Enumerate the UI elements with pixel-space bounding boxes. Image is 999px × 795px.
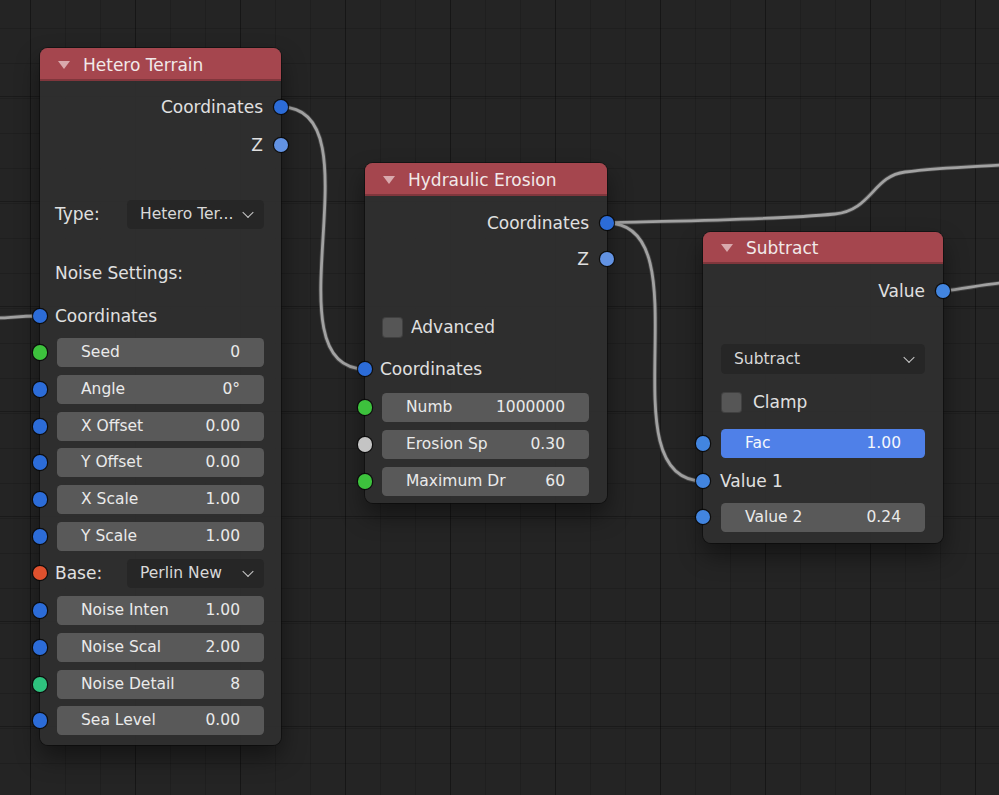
node-editor-canvas[interactable]: { "colors": { "background": "#242424", "… — [0, 0, 999, 795]
input-coordinates: Coordinates — [365, 354, 607, 384]
socket-input-sea-level[interactable] — [33, 713, 48, 728]
clamp-row: Clamp — [703, 387, 943, 417]
chevron-down-icon — [242, 207, 253, 218]
field-noise-scale[interactable]: Noise Scal 2.00 — [57, 633, 264, 662]
socket-input-erosion-sp[interactable] — [358, 437, 373, 452]
advanced-row: Advanced — [365, 312, 607, 342]
field-noise-intensity[interactable]: Noise Inten 1.00 — [57, 596, 264, 625]
node-header[interactable]: Hetero Terrain — [40, 48, 281, 81]
socket-input-numb[interactable] — [358, 400, 373, 415]
field-seed[interactable]: Seed 0 — [57, 338, 264, 367]
socket-input-y-offset[interactable] — [33, 455, 48, 470]
collapse-triangle-icon[interactable] — [721, 244, 733, 252]
field-erosion-sp[interactable]: Erosion Sp 0.30 — [382, 430, 589, 459]
type-label: Type: — [55, 204, 100, 224]
chevron-down-icon — [242, 566, 253, 577]
collapse-triangle-icon[interactable] — [58, 61, 70, 69]
output-z: Z — [40, 130, 281, 160]
field-sea-level[interactable]: Sea Level 0.00 — [57, 706, 264, 735]
socket-output-z[interactable] — [600, 252, 615, 267]
socket-output-z[interactable] — [274, 138, 289, 153]
input-coordinates: Coordinates — [40, 301, 281, 331]
field-maximum-dr[interactable]: Maximum Dr 60 — [382, 467, 589, 496]
collapse-triangle-icon[interactable] — [383, 176, 395, 184]
socket-input-y-scale[interactable] — [33, 529, 48, 544]
socket-input-seed[interactable] — [33, 345, 48, 360]
socket-input-maximum-dr[interactable] — [358, 474, 373, 489]
wire-hydraulic-to-subtract — [607, 223, 703, 481]
socket-output-coordinates[interactable] — [600, 216, 615, 231]
input-value1: Value 1 — [703, 466, 943, 496]
socket-input-fac[interactable] — [696, 436, 711, 451]
node-hetero-terrain[interactable]: Hetero Terrain Coordinates Z Type: Heter… — [40, 48, 281, 745]
operation-dropdown[interactable]: Subtract — [721, 344, 925, 374]
chevron-down-icon — [903, 352, 914, 363]
noise-settings-label-row: Noise Settings: — [40, 258, 281, 288]
field-x-offset[interactable]: X Offset 0.00 — [57, 412, 264, 441]
field-y-scale[interactable]: Y Scale 1.00 — [57, 522, 264, 551]
base-dropdown[interactable]: Perlin New — [127, 559, 264, 588]
socket-input-angle[interactable] — [33, 382, 48, 397]
node-hydraulic-erosion[interactable]: Hydraulic Erosion Coordinates Z Advanced… — [365, 163, 607, 503]
node-title: Hydraulic Erosion — [408, 170, 557, 190]
node-subtract[interactable]: Subtract Value Subtract Clamp Fac 1.00 V… — [703, 232, 943, 543]
node-header[interactable]: Hydraulic Erosion — [365, 163, 607, 196]
node-title: Subtract — [746, 238, 818, 258]
base-label: Base: — [55, 563, 102, 583]
field-numb[interactable]: Numb 1000000 — [382, 393, 589, 422]
output-z: Z — [365, 244, 607, 274]
field-value2[interactable]: Value 2 0.24 — [721, 503, 925, 532]
output-value: Value — [703, 276, 943, 306]
socket-input-x-offset[interactable] — [33, 419, 48, 434]
field-x-scale[interactable]: X Scale 1.00 — [57, 485, 264, 514]
type-dropdown[interactable]: Hetero Ter... — [127, 200, 264, 229]
socket-input-noise-scale[interactable] — [33, 640, 48, 655]
node-header[interactable]: Subtract — [703, 232, 943, 264]
wire-subtract-to-offscreen — [943, 283, 999, 291]
field-y-offset[interactable]: Y Offset 0.00 — [57, 448, 264, 477]
socket-output-value[interactable] — [936, 284, 951, 299]
output-coordinates: Coordinates — [40, 92, 281, 122]
output-coordinates: Coordinates — [365, 208, 607, 238]
field-noise-detail[interactable]: Noise Detail 8 — [57, 670, 264, 699]
socket-input-noise-detail[interactable] — [33, 677, 48, 692]
node-title: Hetero Terrain — [83, 55, 203, 75]
socket-input-x-scale[interactable] — [33, 492, 48, 507]
socket-input-noise-intensity[interactable] — [33, 603, 48, 618]
socket-output-coordinates[interactable] — [274, 100, 289, 115]
wire-hetero-to-hydraulic — [281, 107, 365, 369]
socket-input-value2[interactable] — [696, 510, 711, 525]
field-fac[interactable]: Fac 1.00 — [721, 429, 925, 458]
field-angle[interactable]: Angle 0° — [57, 375, 264, 404]
